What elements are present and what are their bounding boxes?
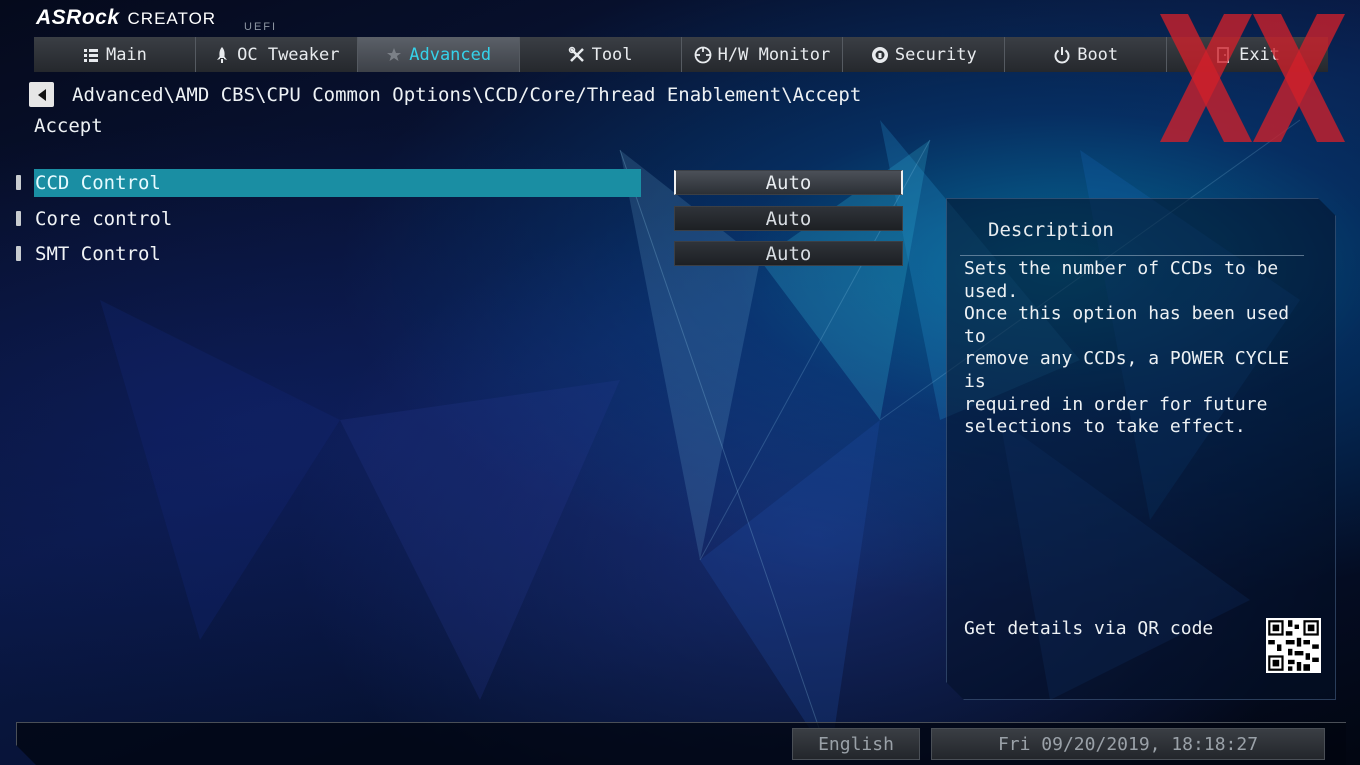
breadcrumb: Advanced\AMD CBS\CPU Common Options\CCD/… <box>72 84 862 106</box>
row-marker <box>16 211 21 226</box>
exit-icon <box>1215 46 1233 64</box>
list-icon <box>82 46 100 64</box>
tab-label: OC Tweaker <box>237 44 340 65</box>
tab-hw-monitor[interactable]: H/W Monitor <box>681 37 844 72</box>
row-marker <box>16 246 21 261</box>
description-divider <box>960 255 1304 256</box>
crosshair-icon <box>694 46 712 64</box>
setting-label: Core control <box>35 208 173 230</box>
setting-value-dropdown[interactable]: Auto <box>674 206 903 231</box>
rocket-icon <box>213 46 231 64</box>
tab-tool[interactable]: Tool <box>519 37 682 72</box>
shield-icon <box>871 46 889 64</box>
row-marker <box>16 175 21 190</box>
setting-row-smt-control[interactable]: SMT Control Auto <box>14 240 904 268</box>
tab-advanced[interactable]: Advanced <box>357 37 520 72</box>
setting-value-dropdown[interactable]: Auto <box>674 170 903 195</box>
page-title: Accept <box>34 115 103 137</box>
setting-label: SMT Control <box>35 243 161 265</box>
uefi-label: UEFI <box>244 21 278 33</box>
tab-label: Main <box>105 44 147 65</box>
setting-value-dropdown[interactable]: Auto <box>674 241 903 266</box>
tab-label: Boot <box>1077 44 1119 65</box>
datetime-display: Fri 09/20/2019, 18:18:27 <box>931 728 1325 760</box>
tab-exit[interactable]: Exit <box>1167 37 1328 72</box>
description-title: Description <box>988 219 1114 241</box>
setting-label: CCD Control <box>34 169 641 197</box>
product-name: CREATOR <box>127 9 217 28</box>
tab-oc-tweaker[interactable]: OC Tweaker <box>195 37 358 72</box>
back-button[interactable] <box>29 82 54 107</box>
setting-row-ccd-control[interactable]: CCD Control Auto <box>14 169 904 197</box>
tab-label: H/W Monitor <box>717 44 831 65</box>
arrow-left-icon <box>37 88 46 101</box>
tab-boot[interactable]: Boot <box>1005 37 1168 72</box>
brand-logo: ASRock CREATOR <box>36 6 216 30</box>
tab-security[interactable]: Security <box>843 37 1006 72</box>
main-tabs: Main OC Tweaker Advanced Tool H/W Monito… <box>34 37 1328 72</box>
description-text: Sets the number of CCDs to be used. Once… <box>964 258 1290 438</box>
tab-label: Advanced <box>409 44 492 65</box>
tab-label: Tool <box>591 44 633 65</box>
power-icon <box>1053 46 1071 64</box>
qr-code-icon <box>1266 618 1321 673</box>
brand-name: ASRock <box>36 6 120 29</box>
setting-row-core-control[interactable]: Core control Auto <box>14 205 904 233</box>
tools-icon <box>568 46 586 64</box>
tab-main[interactable]: Main <box>34 37 196 72</box>
tab-label: Exit <box>1239 44 1281 65</box>
qr-code-label: Get details via QR code <box>964 618 1214 639</box>
tab-label: Security <box>894 44 977 65</box>
star-icon <box>385 46 403 64</box>
language-button[interactable]: English <box>792 728 920 760</box>
